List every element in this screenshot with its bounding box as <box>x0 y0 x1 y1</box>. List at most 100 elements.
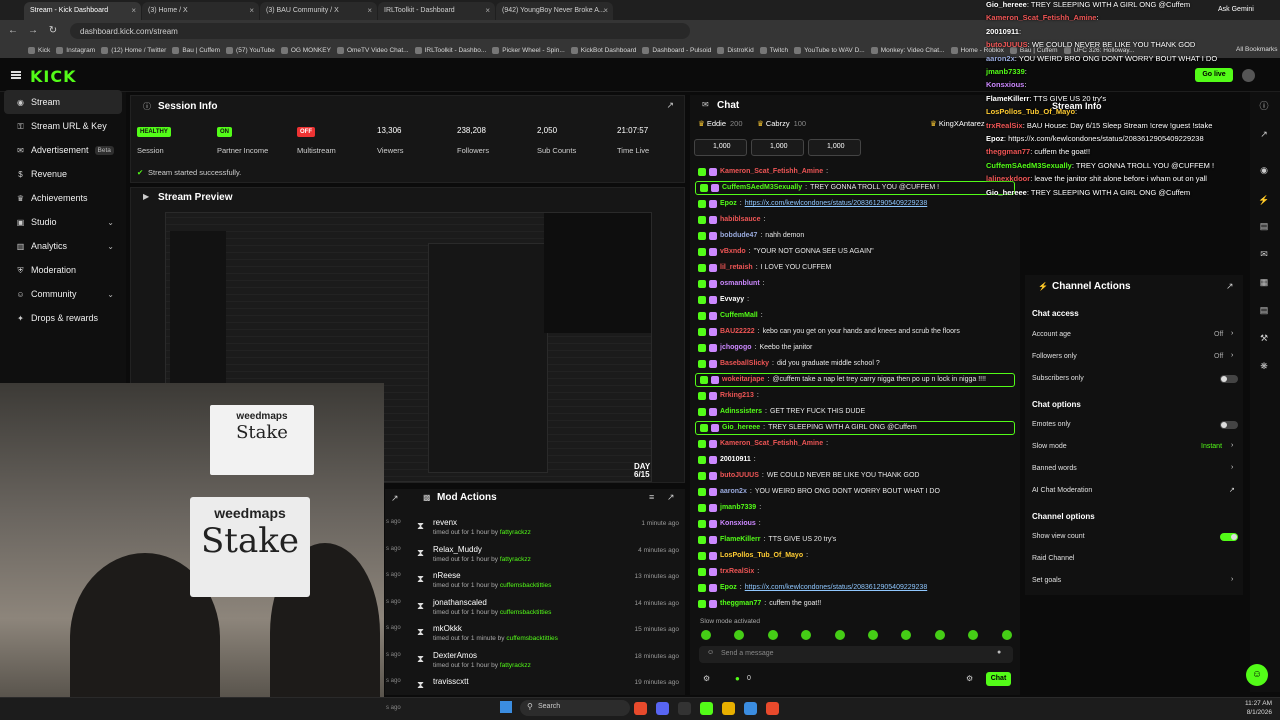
mod-action-item[interactable]: ⧗ revenx timed out for 1 hour by fattyrack… <box>385 515 685 541</box>
avatar[interactable] <box>1242 69 1255 82</box>
bolt-icon[interactable]: ⚡ <box>1258 194 1270 206</box>
mod-action-user[interactable]: DexterAmos <box>433 651 477 660</box>
chat-username[interactable]: BaseballSlicky <box>720 357 769 371</box>
sidebar-item-moderation[interactable]: ⛨ Moderation <box>4 258 122 282</box>
popout-icon[interactable]: ↗ <box>1226 281 1234 292</box>
close-icon[interactable]: × <box>249 6 254 15</box>
chat-username[interactable]: Gio_hereee <box>722 421 760 435</box>
clipboard-icon[interactable]: ▤ <box>1258 220 1270 232</box>
moderator-name[interactable]: fattyrackzz <box>500 529 531 536</box>
chat-username[interactable]: Evvayy <box>720 293 744 307</box>
gift-card[interactable]: 1,000 <box>694 139 747 156</box>
chat-username[interactable]: habiblsauce <box>720 213 760 227</box>
chat-username[interactable]: 20010911 <box>720 453 751 467</box>
camera-icon[interactable]: ◉ <box>1258 164 1270 176</box>
chat-username[interactable]: lil_retaish <box>720 261 753 275</box>
bookmark-item[interactable]: IRLToolkit - Dashbo... <box>414 46 486 54</box>
chat-username[interactable]: Konsxious <box>720 517 756 531</box>
kick-app-icon[interactable] <box>700 702 713 715</box>
ai-moderation-label[interactable]: AI Chat Moderation <box>1032 487 1092 494</box>
emote-icon[interactable] <box>767 630 778 640</box>
moderator-name[interactable]: cuffemsbacktitties <box>500 609 552 616</box>
chat-username[interactable]: FlameKillerr <box>720 533 760 547</box>
chat-username[interactable]: Epoz <box>720 197 737 211</box>
bookmark-item[interactable]: DistroKid <box>717 46 754 54</box>
browser-tab[interactable]: (942) YoungBoy Never Broke A... × <box>496 2 613 20</box>
nodes-icon[interactable]: ❋ <box>1258 360 1270 372</box>
bookmark-item[interactable]: Bau | Cuffem <box>172 46 220 54</box>
browser-tab[interactable]: (3) BAU Community / X × <box>260 2 377 20</box>
close-icon[interactable]: × <box>131 6 136 15</box>
chevron-right-icon[interactable]: › <box>1231 352 1233 359</box>
emote-icon[interactable]: ☺ <box>707 649 714 656</box>
chat-username[interactable]: jchogogo <box>720 341 752 355</box>
sidebar-item-studio[interactable]: ▣ Studio ⌄ <box>4 210 122 234</box>
emoji-icon[interactable]: ● <box>997 649 1001 656</box>
chat-username[interactable]: Adinssisters <box>720 405 762 419</box>
windows-start-icon[interactable] <box>500 701 512 713</box>
all-bookmarks-button[interactable]: All Bookmarks <box>1236 46 1278 53</box>
ask-gemini-button[interactable]: Ask Gemini <box>1218 6 1254 13</box>
menu-icon[interactable] <box>11 71 21 79</box>
moderator-name[interactable]: fattyrackzz <box>500 662 531 669</box>
chevron-down-icon[interactable]: ⌄ <box>107 218 114 227</box>
chrome-icon[interactable] <box>634 702 647 715</box>
mod-action-item[interactable]: ⧗ nReese timed out for 1 hour by cuffemsba… <box>385 568 685 594</box>
bookmark-item[interactable]: Instagram <box>56 46 95 54</box>
chat-username[interactable]: Kameron_Scat_Fetishh_Amine <box>720 165 823 179</box>
close-icon[interactable]: × <box>485 6 490 15</box>
subscribers-only-toggle[interactable] <box>1220 375 1238 383</box>
sidebar-item-drops-rewards[interactable]: ✦ Drops & rewards <box>4 306 122 330</box>
bookmark-item[interactable]: YouTube to WAV D... <box>794 46 865 54</box>
browser-tab[interactable]: (3) Home / X × <box>142 2 259 20</box>
sidebar-item-revenue[interactable]: $ Revenue <box>4 162 122 186</box>
wrench-icon[interactable]: ⚒ <box>1258 332 1270 344</box>
taskview-icon[interactable] <box>678 702 691 715</box>
chat-username[interactable]: vBxndo <box>720 245 746 259</box>
mod-action-user[interactable]: jonathanscaled <box>433 598 487 607</box>
settings-icon[interactable]: ⚙ <box>703 674 710 683</box>
chat-username[interactable]: BAU22222 <box>720 325 755 339</box>
gift-card[interactable]: 1,000 <box>808 139 861 156</box>
gift-card[interactable]: 1,000 <box>751 139 804 156</box>
kick-logo[interactable]: KICK <box>30 67 77 86</box>
bookmark-item[interactable]: Twitch <box>759 46 788 54</box>
chat-username[interactable]: Kameron_Scat_Fetishh_Amine <box>720 437 823 451</box>
mod-action-user[interactable]: travisscxtt <box>433 677 469 686</box>
bookmark-item[interactable]: OG MONKEY <box>280 46 331 54</box>
moderator-name[interactable]: cuffemsbacktitties <box>506 635 558 642</box>
mod-action-item[interactable]: ⧗ mkOkkk timed out for 1 minute by cuffems… <box>385 621 685 647</box>
send-chat-button[interactable]: Chat <box>986 672 1011 686</box>
mod-action-user[interactable]: mkOkkk <box>433 624 462 633</box>
chat-username[interactable]: LosPollos_Tub_Of_Mayo <box>720 549 803 563</box>
close-icon[interactable]: × <box>603 6 608 15</box>
chat-username[interactable]: bobdude47 <box>720 229 757 243</box>
chevron-right-icon[interactable]: › <box>1231 330 1233 337</box>
help-chat-icon[interactable]: ☺ <box>1246 664 1268 686</box>
sidebar-item-stream[interactable]: ◉ Stream <box>4 90 122 114</box>
chat-text[interactable]: https://x.com/kewlcondones/status/208361… <box>745 581 928 595</box>
popout-icon[interactable]: ↗ <box>1258 128 1270 140</box>
external-link-icon[interactable]: ↗ <box>1229 486 1235 494</box>
pinned-user[interactable]: ♛ Eddie 200 <box>698 119 743 128</box>
info-icon[interactable]: ⓘ <box>1258 100 1270 112</box>
bookmark-item[interactable]: (57) YouTube <box>226 46 275 54</box>
mod-action-user[interactable]: revenx <box>433 518 457 527</box>
sidebar-item-analytics[interactable]: ▥ Analytics ⌄ <box>4 234 122 258</box>
raid-channel-label[interactable]: Raid Channel <box>1032 555 1074 562</box>
chat-username[interactable]: CuffemMall <box>720 309 758 323</box>
chat-username[interactable]: Rrking213 <box>720 389 754 403</box>
app-icon[interactable] <box>744 702 757 715</box>
account-age-label[interactable]: Account age <box>1032 331 1071 338</box>
bookmark-item[interactable]: KickBot Dashboard <box>570 46 636 54</box>
mod-action-user[interactable]: nReese <box>433 571 461 580</box>
popout-icon[interactable]: ↗ <box>391 493 399 504</box>
filter-icon[interactable]: ≡ <box>649 492 654 502</box>
emotes-only-toggle[interactable] <box>1220 421 1238 429</box>
emote-icon[interactable] <box>834 630 845 640</box>
emote-icon[interactable] <box>701 630 711 640</box>
bookmark-item[interactable]: Kick <box>28 46 50 54</box>
browser-tab[interactable]: Stream - Kick Dashboard × <box>24 2 141 20</box>
chevron-down-icon[interactable]: ⌄ <box>107 290 114 299</box>
slow-mode-label[interactable]: Slow mode <box>1032 443 1067 450</box>
